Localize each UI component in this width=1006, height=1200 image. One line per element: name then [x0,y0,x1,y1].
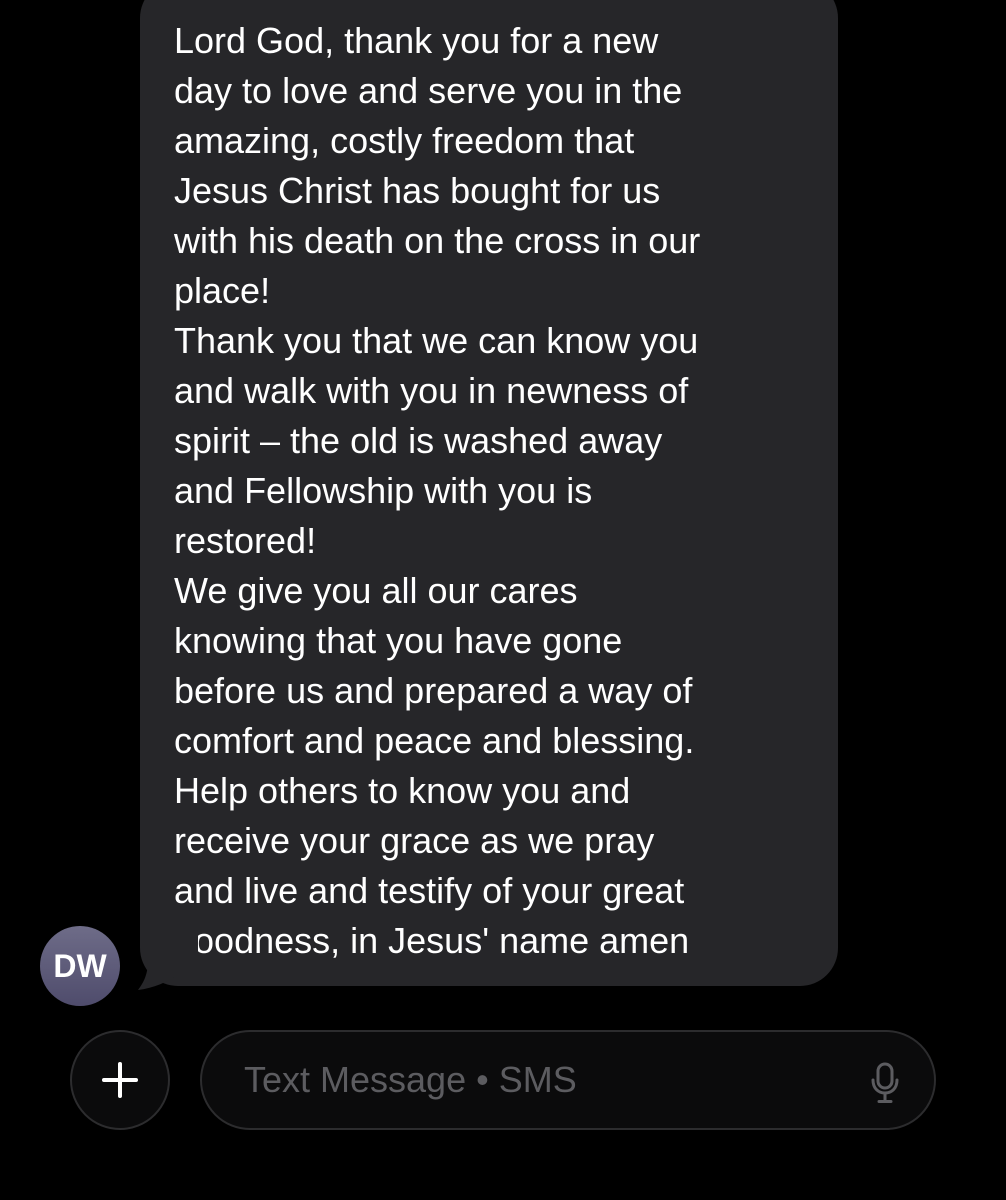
plus-icon [102,1062,138,1098]
avatar-initials: DW [53,947,107,984]
add-attachment-button[interactable] [70,1030,170,1130]
message-bubble[interactable]: Lord God, thank you for a new day to lov… [140,0,838,986]
avatar[interactable]: DW [40,926,120,1006]
message-input[interactable]: Text Message • SMS [200,1030,936,1130]
message-input-placeholder: Text Message • SMS [244,1059,577,1100]
message-text: Lord God, thank you for a new day to lov… [174,20,701,961]
microphone-icon[interactable] [870,1062,900,1104]
bubble-tail [138,930,198,990]
